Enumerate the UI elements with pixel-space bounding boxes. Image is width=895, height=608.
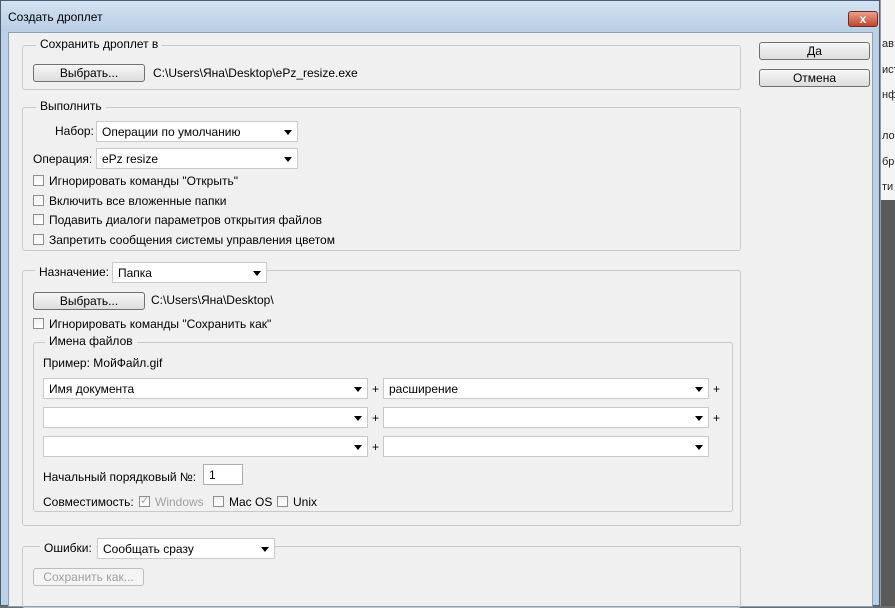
checkbox-box (33, 214, 44, 225)
background-text-fragment: ав (882, 38, 894, 50)
errors-select[interactable]: Сообщать сразу (97, 538, 275, 559)
set-select[interactable]: Операции по умолчанию (96, 121, 298, 142)
background-text-fragment: ти (882, 181, 894, 193)
play-legend: Выполнить (36, 99, 106, 113)
close-icon: x (859, 12, 867, 26)
action-select-value: ePz resize (102, 152, 159, 166)
checkbox-box (213, 496, 224, 507)
destination-path: C:\Users\Яна\Desktop\ (151, 293, 274, 307)
plus-sign: + (372, 411, 380, 425)
checkbox-label: Mac OS (229, 495, 273, 509)
choose-destination-button[interactable]: Выбрать... (33, 292, 145, 310)
destination-select-value: Папка (118, 266, 152, 280)
chevron-down-icon (695, 445, 703, 450)
background-text-fragment: ло (882, 130, 895, 142)
background-text-fragment: нф (882, 89, 895, 101)
chevron-down-icon (695, 416, 703, 421)
checkbox-box (33, 195, 44, 206)
checkbox-label: Подавить диалоги параметров открытия фай… (49, 213, 322, 227)
background-text-fragment: бр (882, 156, 895, 168)
compatibility-label: Совместимость: (43, 495, 134, 509)
override-save-as-checkbox[interactable]: Игнорировать команды "Сохранить как" (33, 317, 313, 333)
errors-label: Ошибки: (40, 541, 96, 555)
plus-sign: + (713, 411, 721, 425)
compat-macos-checkbox[interactable]: Mac OS (213, 495, 273, 511)
chevron-down-icon (261, 547, 269, 552)
cancel-button[interactable]: Отмена (759, 69, 870, 87)
naming-select-left-3[interactable] (43, 436, 368, 457)
window-title: Создать дроплет (8, 10, 103, 24)
checkbox-label: Включить все вложенные папки (49, 194, 227, 208)
checkbox-label: Игнорировать команды "Сохранить как" (49, 317, 272, 331)
ok-button[interactable]: Да (759, 42, 870, 60)
naming-select-right-2[interactable] (383, 407, 709, 428)
create-droplet-dialog: Создать дроплет x Да Отмена Сохранить др… (0, 0, 880, 608)
chevron-down-icon (253, 271, 261, 276)
include-subfolders-checkbox[interactable]: Включить все вложенные папки (33, 194, 293, 210)
checkbox-box (33, 234, 44, 245)
checkbox-label: Запретить сообщения системы управления ц… (49, 233, 335, 247)
title-bar: Создать дроплет x (1, 1, 879, 31)
serial-number-input[interactable]: 1 (203, 464, 243, 485)
chevron-down-icon (695, 387, 703, 392)
compat-unix-checkbox[interactable]: Unix (277, 495, 327, 511)
checkbox-label: Игнорировать команды "Открыть" (49, 174, 238, 188)
checkbox-box (33, 318, 44, 329)
naming-select-right-3[interactable] (383, 436, 709, 457)
plus-sign: + (372, 440, 380, 454)
droplet-path: C:\Users\Яна\Desktop\ePz_resize.exe (153, 66, 358, 80)
chevron-down-icon (284, 130, 292, 135)
chevron-down-icon (354, 387, 362, 392)
compat-windows-checkbox[interactable]: Windows (139, 494, 209, 511)
background-panel (881, 200, 895, 606)
serial-number-value: 1 (209, 468, 216, 482)
naming-select-value: расширение (389, 382, 459, 396)
chevron-down-icon (354, 416, 362, 421)
naming-select-value: Имя документа (49, 382, 135, 396)
suppress-open-dialogs-checkbox[interactable]: Подавить диалоги параметров открытия фай… (33, 213, 353, 229)
chevron-down-icon (284, 157, 292, 162)
file-naming-legend: Имена файлов (45, 334, 137, 348)
suppress-color-warnings-checkbox[interactable]: Запретить сообщения системы управления ц… (33, 233, 363, 249)
background-text-fragment: ист (882, 64, 895, 76)
action-label: Операция: (33, 152, 93, 166)
background-window-strip: ав ист нф ло бр ти (880, 0, 895, 606)
plus-sign: + (372, 382, 380, 396)
plus-sign: + (713, 382, 721, 396)
dialog-body: Да Отмена Сохранить дроплет в Выбрать...… (8, 32, 873, 608)
naming-select-left-1[interactable]: Имя документа (43, 378, 368, 399)
checkbox-box (33, 175, 44, 186)
set-select-value: Операции по умолчанию (102, 125, 241, 139)
errors-select-value: Сообщать сразу (103, 542, 194, 556)
checkbox-box (139, 494, 150, 507)
override-open-checkbox[interactable]: Игнорировать команды "Открыть" (33, 174, 293, 190)
naming-select-right-1[interactable]: расширение (383, 378, 709, 399)
errors-save-as-button[interactable]: Сохранить как... (33, 568, 144, 586)
chevron-down-icon (354, 445, 362, 450)
destination-label: Назначение: (35, 265, 114, 279)
destination-select[interactable]: Папка (112, 262, 267, 283)
checkbox-label: Unix (293, 495, 318, 509)
save-droplet-legend: Сохранить дроплет в (36, 37, 163, 51)
close-button[interactable]: x (848, 11, 878, 27)
choose-droplet-location-button[interactable]: Выбрать... (33, 64, 145, 82)
checkbox-label: Windows (155, 495, 204, 509)
file-naming-example: Пример: МойФайл.gif (43, 356, 163, 370)
set-label: Набор: (55, 124, 94, 138)
action-select[interactable]: ePz resize (96, 148, 298, 169)
naming-select-left-2[interactable] (43, 407, 368, 428)
checkbox-box (277, 496, 288, 507)
serial-number-label: Начальный порядковый №: (43, 470, 197, 484)
